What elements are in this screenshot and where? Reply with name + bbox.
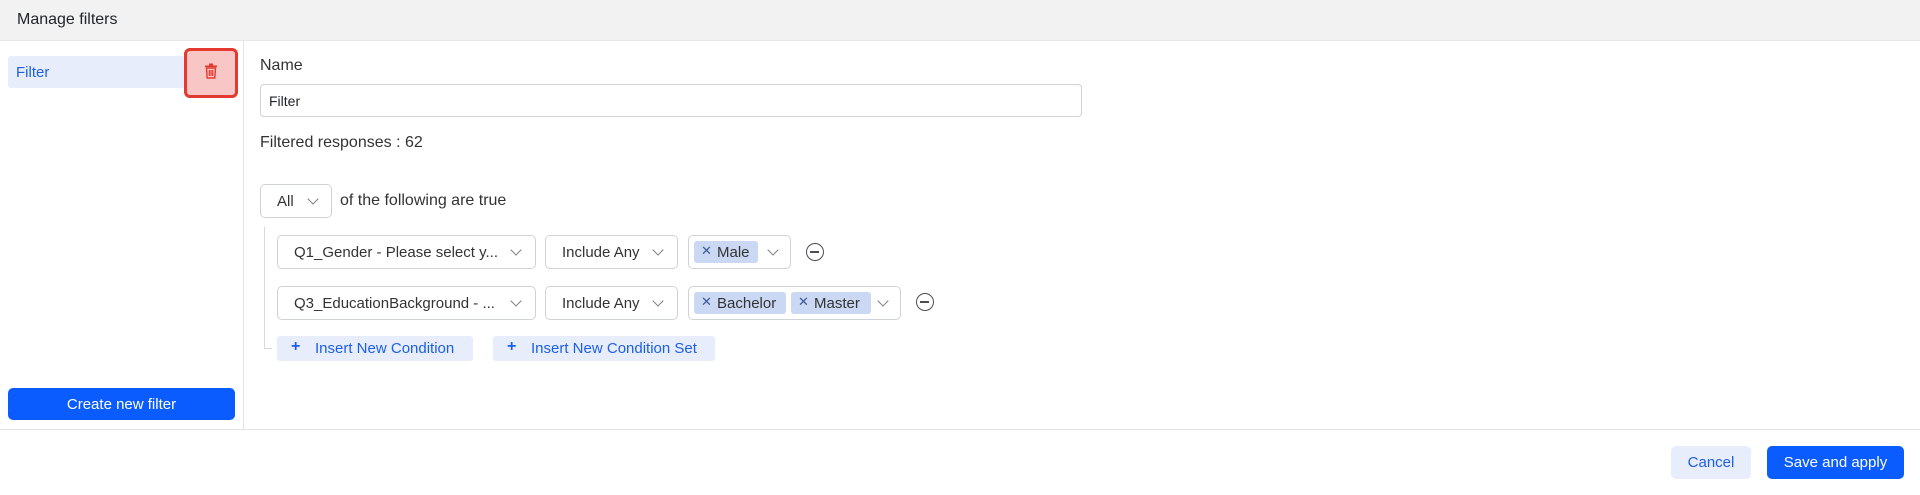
plus-icon: + bbox=[291, 338, 301, 355]
condition-1-field-select[interactable]: Q1_Gender - Please select y... bbox=[277, 235, 536, 269]
condition-field-label: Q3_EducationBackground - ... bbox=[294, 295, 495, 312]
remove-condition-2-icon[interactable] bbox=[916, 293, 934, 311]
insert-new-condition-label: Insert New Condition bbox=[315, 340, 455, 357]
sidebar-item-filter[interactable]: Filter bbox=[8, 56, 185, 88]
value-tag-label: Male bbox=[717, 244, 750, 261]
condition-operator-label: Include Any bbox=[562, 295, 640, 312]
value-tag-label: Bachelor bbox=[717, 295, 777, 312]
condition-operator-label: Include Any bbox=[562, 244, 640, 261]
chevron-down-icon bbox=[510, 244, 522, 256]
filtered-responses-count: Filtered responses : 62 bbox=[260, 134, 423, 151]
value-tag-label: Master bbox=[814, 295, 860, 312]
remove-tag-icon[interactable]: ✕ bbox=[701, 294, 712, 310]
plus-icon: + bbox=[507, 338, 517, 355]
name-label: Name bbox=[260, 57, 303, 74]
condition-2-operator-select[interactable]: Include Any bbox=[545, 286, 678, 320]
chevron-down-icon bbox=[652, 244, 664, 256]
condition-1-value-select[interactable]: ✕ Male bbox=[688, 235, 791, 269]
chevron-down-icon bbox=[307, 193, 319, 205]
filter-editor: Name Filtered responses : 62 All of the … bbox=[245, 41, 1920, 429]
insert-new-condition-set-button[interactable]: + Insert New Condition Set bbox=[493, 336, 715, 361]
remove-tag-icon[interactable]: ✕ bbox=[798, 294, 809, 310]
manage-filters-dialog: Manage filters Filter Create new filter … bbox=[0, 0, 1920, 495]
value-tag: ✕ Bachelor bbox=[694, 292, 786, 314]
condition-field-label: Q1_Gender - Please select y... bbox=[294, 244, 498, 261]
chevron-down-icon bbox=[652, 295, 664, 307]
remove-condition-1-icon[interactable] bbox=[806, 243, 824, 261]
filter-name-input[interactable] bbox=[260, 84, 1082, 117]
trash-icon bbox=[202, 62, 220, 85]
condition-2-value-select[interactable]: ✕ Bachelor ✕ Master bbox=[688, 286, 901, 320]
condition-group-line-foot bbox=[264, 348, 272, 349]
condition-1-operator-select[interactable]: Include Any bbox=[545, 235, 678, 269]
insert-new-condition-set-label: Insert New Condition Set bbox=[531, 340, 697, 357]
chevron-down-icon bbox=[510, 295, 522, 307]
remove-tag-icon[interactable]: ✕ bbox=[701, 243, 712, 259]
value-tag: ✕ Master bbox=[791, 292, 871, 314]
create-new-filter-button[interactable]: Create new filter bbox=[8, 388, 235, 420]
sidebar-item-label: Filter bbox=[16, 64, 50, 81]
match-mode-select[interactable]: All bbox=[260, 184, 332, 218]
delete-filter-button[interactable] bbox=[184, 48, 238, 98]
save-and-apply-button[interactable]: Save and apply bbox=[1767, 446, 1904, 479]
value-tag: ✕ Male bbox=[694, 241, 758, 263]
dialog-header: Manage filters bbox=[0, 0, 1920, 41]
match-mode-text: of the following are true bbox=[340, 192, 507, 209]
insert-new-condition-button[interactable]: + Insert New Condition bbox=[277, 336, 473, 361]
dialog-footer: Cancel Save and apply bbox=[0, 429, 1920, 495]
chevron-down-icon bbox=[767, 244, 779, 256]
cancel-button[interactable]: Cancel bbox=[1671, 446, 1751, 479]
condition-2-field-select[interactable]: Q3_EducationBackground - ... bbox=[277, 286, 536, 320]
filter-sidebar: Filter Create new filter bbox=[0, 41, 244, 429]
chevron-down-icon bbox=[877, 295, 889, 307]
dialog-title: Manage filters bbox=[17, 11, 118, 28]
match-mode-value: All bbox=[277, 193, 294, 210]
condition-group-line bbox=[264, 227, 265, 349]
